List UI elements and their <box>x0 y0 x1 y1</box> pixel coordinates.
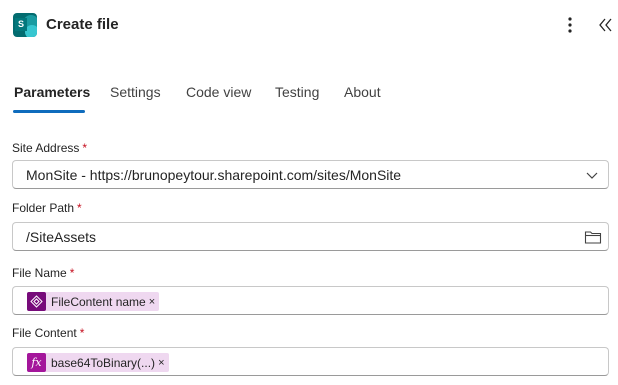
required-mark: * <box>82 141 88 155</box>
required-mark: * <box>77 201 82 215</box>
file-name-token-label: FileContent name <box>51 294 146 309</box>
site-address-value: MonSite - https://brunopeytour.sharepoin… <box>26 167 402 183</box>
required-mark: * <box>69 266 75 280</box>
file-content-token-label: base64ToBinary(...) <box>51 355 156 370</box>
tab-settings[interactable]: Settings <box>110 84 161 100</box>
double-chevron-left-icon <box>599 18 612 32</box>
fx-icon: fx <box>27 353 46 372</box>
site-address-label: Site Address * <box>12 141 87 155</box>
collapse-panel-button[interactable] <box>596 14 616 36</box>
chevron-down-icon[interactable] <box>584 167 600 183</box>
file-content-label: File Content * <box>12 326 84 340</box>
folder-icon[interactable] <box>584 229 602 245</box>
site-address-label-text: Site Address <box>12 141 80 155</box>
file-name-label-text: File Name <box>12 266 67 280</box>
folder-path-label-text: Folder Path <box>12 201 75 215</box>
tab-code-view[interactable]: Code view <box>186 84 251 100</box>
variable-icon <box>27 292 46 311</box>
remove-token-button[interactable]: × <box>149 296 155 308</box>
tab-parameters[interactable]: Parameters <box>14 84 90 100</box>
folder-path-value: /SiteAssets <box>26 229 97 245</box>
panel-header: S Create file <box>0 0 618 50</box>
file-content-label-text: File Content <box>12 326 77 340</box>
required-mark: * <box>79 326 85 340</box>
file-name-token[interactable]: FileContent name × <box>27 292 160 311</box>
more-options-button[interactable] <box>560 14 580 36</box>
active-tab-indicator <box>13 110 85 113</box>
tab-about[interactable]: About <box>344 84 381 100</box>
sharepoint-icon: S <box>13 13 37 37</box>
action-title: Create file <box>46 16 119 33</box>
tab-bar: Parameters Settings Code view Testing Ab… <box>0 80 618 116</box>
file-name-label: File Name * <box>12 266 74 280</box>
file-content-input[interactable]: fx base64ToBinary(...) × <box>12 347 609 376</box>
file-name-input[interactable]: FileContent name × <box>12 286 609 315</box>
tab-testing[interactable]: Testing <box>275 84 319 100</box>
site-address-dropdown[interactable]: MonSite - https://brunopeytour.sharepoin… <box>12 160 609 189</box>
folder-path-input[interactable]: /SiteAssets <box>12 222 609 251</box>
remove-token-button[interactable]: × <box>158 357 164 369</box>
file-content-token[interactable]: fx base64ToBinary(...) × <box>27 353 169 372</box>
more-vertical-icon <box>568 17 572 33</box>
folder-path-label: Folder Path * <box>12 201 82 215</box>
sharepoint-letter: S <box>15 18 27 31</box>
